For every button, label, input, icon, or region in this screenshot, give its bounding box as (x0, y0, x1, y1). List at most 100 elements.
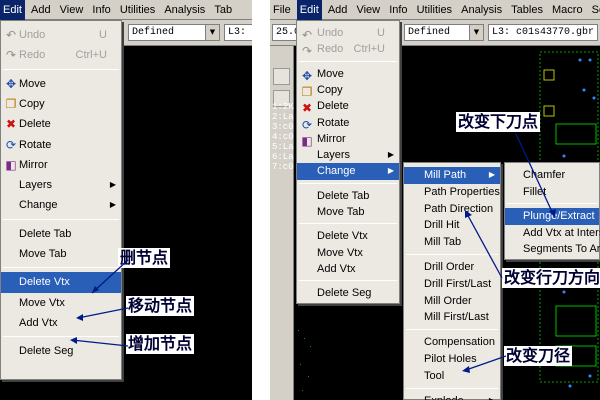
menu-item-label: Redo (19, 49, 46, 62)
right-menu-tables[interactable]: Tables (508, 0, 546, 20)
menu-item-mill-first-last[interactable]: Mill First/Last (404, 309, 500, 326)
menu-item-mill-order[interactable]: Mill Order (404, 293, 500, 310)
menu-item-drill-first-last[interactable]: Drill First/Last (404, 276, 500, 293)
layer-legend-item[interactable]: 4:c0 (272, 132, 294, 142)
chevron-down-icon[interactable]: ▼ (469, 25, 483, 40)
menu-item-delete-seg[interactable]: Delete Seg (1, 341, 121, 361)
left-menu-edit[interactable]: Edit (0, 0, 25, 20)
right-menu-setting[interactable]: Setting (589, 0, 600, 20)
menu-item-delete-vtx[interactable]: Delete Vtx (297, 228, 399, 244)
left-layer-filter-value: Defined (132, 27, 175, 38)
menu-item-mirror[interactable]: ◧ Mirror (297, 131, 399, 148)
left-menu-analysis[interactable]: Analysis (161, 0, 208, 20)
left-layer-filter-select[interactable]: Defined ▼ (128, 24, 220, 41)
menu-item-label: Add Vtx (317, 262, 356, 275)
menu-item-label: Plunge/Extract (523, 210, 595, 223)
menu-item-tool[interactable]: Tool (404, 368, 500, 385)
menu-item-copy[interactable]: ❐ Copy (1, 94, 121, 114)
menu-item-move-tab[interactable]: Move Tab (297, 204, 399, 220)
left-menu-add[interactable]: Add (28, 0, 54, 20)
right-menu-analysis[interactable]: Analysis (458, 0, 505, 20)
tool-button[interactable] (273, 68, 290, 85)
submenu-arrow-icon: ▶ (109, 180, 116, 190)
menu-item-label: Move (19, 77, 46, 90)
submenu-arrow-icon: ▶ (387, 150, 394, 160)
menu-item-change[interactable]: Change ▶ (1, 195, 121, 215)
menu-separator (3, 68, 119, 70)
menu-item-delete-vtx[interactable]: Delete Vtx (1, 272, 121, 293)
left-menu-utilities[interactable]: Utilities (117, 0, 158, 20)
menu-item-undo[interactable]: ↶ Undo U (1, 25, 121, 45)
layer-legend-item[interactable]: 5:La (272, 142, 294, 152)
menu-item-chamfer[interactable]: Chamfer (505, 167, 599, 184)
layer-legend-item[interactable]: 7:c0 (272, 162, 294, 172)
menu-item-add-vtx-at-inters[interactable]: Add Vtx at Inters (505, 225, 600, 242)
right-zoom-field[interactable]: 25.0 (272, 24, 298, 41)
layer-legend-item[interactable]: 3:c0 (272, 122, 294, 132)
menu-item-label: Delete Seg (317, 287, 372, 300)
menu-item-layers[interactable]: Layers ▶ (297, 147, 399, 163)
right-layer-select[interactable]: L3: c01s43770.gbr (488, 24, 598, 41)
chevron-down-icon[interactable]: ▼ (205, 25, 219, 40)
menu-item-pilot-holes[interactable]: Pilot Holes (404, 351, 500, 368)
submenu-arrow-icon: ▶ (387, 166, 394, 176)
menu-item-add-vtx[interactable]: Add Vtx (1, 313, 121, 333)
layer-legend: 1:2K 2:La 3:c0 4:c0 5:La 6:La 7:c0 (272, 102, 294, 172)
layer-legend-item[interactable]: 1:2K (272, 102, 294, 112)
menu-item-rotate[interactable]: ⟳ Rotate (297, 115, 399, 132)
left-menubar: Edit Add View Info Utilities Analysis Ta… (0, 0, 252, 20)
submenu-arrow-icon: ▶ (489, 393, 495, 400)
menu-item-copy[interactable]: ❐ Copy (297, 82, 399, 99)
right-menu-macro[interactable]: Macro (549, 0, 586, 20)
right-menu-view[interactable]: View (353, 0, 383, 20)
left-menu-info[interactable]: Info (89, 0, 113, 20)
left-menu-view[interactable]: View (57, 0, 87, 20)
menu-item-segments-to-arc[interactable]: Segments To Arc (505, 241, 600, 258)
menu-shortcut: Ctrl+U (75, 49, 107, 62)
menu-item-mirror[interactable]: ◧ Mirror (1, 155, 121, 175)
menu-item-redo[interactable]: ↷ Redo Ctrl+U (1, 45, 121, 65)
right-menu-utilities[interactable]: Utilities (414, 0, 455, 20)
menu-item-delete-seg[interactable]: Delete Seg (297, 285, 399, 301)
menu-item-compensation[interactable]: Compensation (404, 334, 500, 351)
menu-item-path-properties[interactable]: Path Properties (404, 184, 500, 201)
menu-item-delete[interactable]: ✖ Delete (1, 114, 121, 134)
right-menu-edit[interactable]: Edit (296, 0, 322, 20)
menu-separator (406, 387, 498, 389)
menu-item-undo[interactable]: ↶ Undo U (297, 25, 399, 42)
menu-shortcut: U (377, 27, 385, 39)
menu-item-explode[interactable]: Explode ▶ (404, 393, 500, 400)
menu-item-move[interactable]: ✥ Move (1, 74, 121, 94)
menu-item-delete-tab[interactable]: Delete Tab (297, 188, 399, 204)
menu-item-label: Chamfer (523, 169, 566, 181)
menu-item-mill-tab[interactable]: Mill Tab (404, 234, 500, 251)
right-menu-file[interactable]: File (270, 0, 294, 20)
layer-legend-item[interactable]: 6:La (272, 152, 294, 162)
menu-item-drill-order[interactable]: Drill Order (404, 259, 500, 276)
menu-item-path-direction[interactable]: Path Direction (404, 201, 500, 218)
menu-item-fillet[interactable]: Fillet (505, 184, 599, 201)
menu-item-move[interactable]: ✥ Move (297, 66, 399, 83)
menu-item-move-tab[interactable]: Move Tab (1, 244, 121, 264)
left-menu-tab[interactable]: Tab (211, 0, 235, 20)
menu-item-move-vtx[interactable]: Move Vtx (297, 245, 399, 261)
menu-item-layers[interactable]: Layers ▶ (1, 175, 121, 195)
left-layer-select[interactable]: L3: c (224, 24, 252, 41)
layer-legend-item[interactable]: 2:La (272, 112, 294, 122)
menu-item-label: Mirror (19, 158, 48, 171)
right-layer-filter-select[interactable]: Defined ▼ (404, 24, 484, 41)
menu-item-drill-hit[interactable]: Drill Hit (404, 217, 500, 234)
menu-item-mill-path[interactable]: Mill Path ▶ (404, 167, 500, 184)
menu-item-delete[interactable]: ✖ Delete (297, 98, 399, 115)
right-menu-info[interactable]: Info (386, 0, 410, 20)
menu-item-delete-tab[interactable]: Delete Tab (1, 224, 121, 244)
menu-item-redo[interactable]: ↷ Redo Ctrl+U (297, 41, 399, 58)
menu-item-rotate[interactable]: ⟳ Rotate (1, 135, 121, 155)
menu-item-move-vtx[interactable]: Move Vtx (1, 293, 121, 313)
menu-shortcut: Ctrl+U (353, 43, 385, 56)
menu-item-label: Add Vtx (19, 316, 58, 329)
right-menu-add[interactable]: Add (325, 0, 351, 20)
menu-item-change[interactable]: Change ▶ (297, 163, 399, 180)
menu-item-plunge-extract[interactable]: Plunge/Extract (505, 208, 599, 225)
menu-item-add-vtx[interactable]: Add Vtx (297, 261, 399, 277)
